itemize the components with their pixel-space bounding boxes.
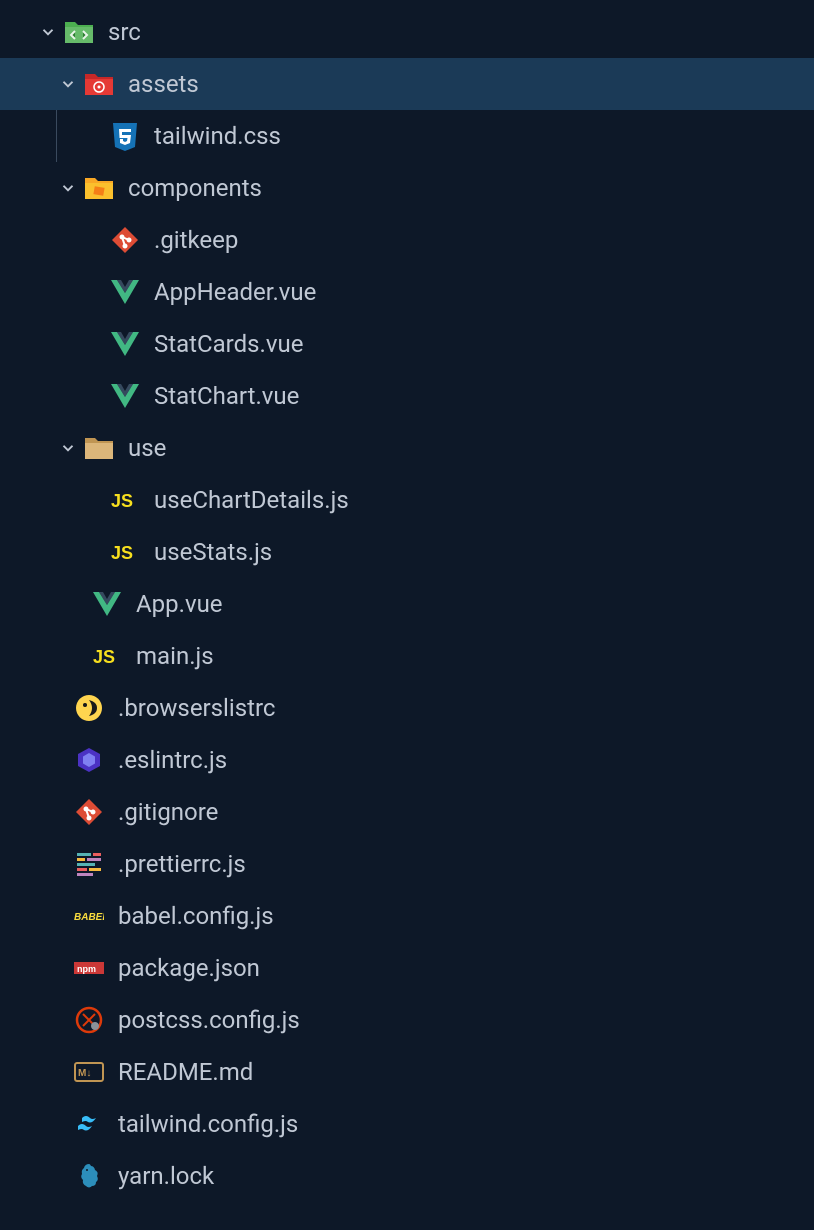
tree-label: StatChart.vue bbox=[154, 382, 299, 410]
tree-file-gitignore[interactable]: .gitignore bbox=[0, 786, 814, 838]
tailwind-icon bbox=[74, 1109, 104, 1139]
tree-file-main-js[interactable]: JS main.js bbox=[0, 630, 814, 682]
browserslist-icon bbox=[74, 693, 104, 723]
tree-label: components bbox=[128, 174, 262, 202]
tree-label: main.js bbox=[136, 642, 214, 670]
chevron-down-icon bbox=[56, 176, 80, 200]
tree-label: assets bbox=[128, 70, 199, 98]
tree-folder-src[interactable]: src bbox=[0, 6, 814, 58]
tree-file-tailwindconfig[interactable]: tailwind.config.js bbox=[0, 1098, 814, 1150]
tree-label: .prettierrc.js bbox=[118, 850, 246, 878]
tree-file-packagejson[interactable]: npm package.json bbox=[0, 942, 814, 994]
tree-label: tailwind.css bbox=[154, 122, 281, 150]
git-icon bbox=[110, 225, 140, 255]
tree-file-usestats-js[interactable]: JS useStats.js bbox=[0, 526, 814, 578]
tree-label: StatCards.vue bbox=[154, 330, 303, 358]
svg-text:BABEL: BABEL bbox=[74, 912, 104, 923]
tree-file-statchart-vue[interactable]: StatChart.vue bbox=[0, 370, 814, 422]
eslint-icon bbox=[74, 745, 104, 775]
svg-text:JS: JS bbox=[93, 647, 115, 667]
tree-file-eslintrc[interactable]: .eslintrc.js bbox=[0, 734, 814, 786]
tree-file-babelconfig[interactable]: BABEL babel.config.js bbox=[0, 890, 814, 942]
tree-file-appheader-vue[interactable]: AppHeader.vue bbox=[0, 266, 814, 318]
folder-assets-icon bbox=[84, 69, 114, 99]
svg-text:JS: JS bbox=[111, 491, 133, 511]
tree-label: src bbox=[108, 18, 141, 46]
tree-label: .browserslistrc bbox=[118, 694, 275, 722]
js-icon: JS bbox=[92, 641, 122, 671]
tree-folder-assets[interactable]: assets bbox=[0, 58, 814, 110]
tree-label: README.md bbox=[118, 1058, 253, 1086]
vue-icon bbox=[110, 277, 140, 307]
tree-file-usechartdetails-js[interactable]: JS useChartDetails.js bbox=[0, 474, 814, 526]
tree-label: .eslintrc.js bbox=[118, 746, 227, 774]
tree-label: yarn.lock bbox=[118, 1162, 214, 1190]
tree-label: package.json bbox=[118, 954, 260, 982]
tree-file-prettierrc[interactable]: .prettierrc.js bbox=[0, 838, 814, 890]
js-icon: JS bbox=[110, 485, 140, 515]
tree-folder-components[interactable]: components bbox=[0, 162, 814, 214]
chevron-down-icon bbox=[56, 72, 80, 96]
svg-text:M↓: M↓ bbox=[78, 1068, 91, 1079]
tree-file-readme[interactable]: M↓ README.md bbox=[0, 1046, 814, 1098]
tree-label: babel.config.js bbox=[118, 902, 274, 930]
git-icon bbox=[74, 797, 104, 827]
tree-label: tailwind.config.js bbox=[118, 1110, 298, 1138]
vue-icon bbox=[110, 329, 140, 359]
npm-icon: npm bbox=[74, 953, 104, 983]
svg-text:npm: npm bbox=[77, 964, 96, 974]
tree-label: .gitignore bbox=[118, 798, 218, 826]
folder-src-icon bbox=[64, 17, 94, 47]
prettier-icon bbox=[74, 849, 104, 879]
tree-label: postcss.config.js bbox=[118, 1006, 300, 1034]
vue-icon bbox=[110, 381, 140, 411]
tree-file-app-vue[interactable]: App.vue bbox=[0, 578, 814, 630]
babel-icon: BABEL bbox=[74, 901, 104, 931]
vue-icon bbox=[92, 589, 122, 619]
tree-label: useChartDetails.js bbox=[154, 486, 349, 514]
markdown-icon: M↓ bbox=[74, 1057, 104, 1087]
tree-file-gitkeep[interactable]: .gitkeep bbox=[0, 214, 814, 266]
folder-icon bbox=[84, 433, 114, 463]
tree-label: .gitkeep bbox=[154, 226, 238, 254]
tree-label: useStats.js bbox=[154, 538, 272, 566]
chevron-down-icon bbox=[36, 20, 60, 44]
tree-label: App.vue bbox=[136, 590, 223, 618]
svg-text:JS: JS bbox=[111, 543, 133, 563]
tree-file-statcards-vue[interactable]: StatCards.vue bbox=[0, 318, 814, 370]
tree-folder-use[interactable]: use bbox=[0, 422, 814, 474]
tree-file-browserslistrc[interactable]: .browserslistrc bbox=[0, 682, 814, 734]
postcss-icon bbox=[74, 1005, 104, 1035]
tree-guide-line bbox=[56, 110, 57, 162]
tree-file-postcssconfig[interactable]: postcss.config.js bbox=[0, 994, 814, 1046]
tree-label: use bbox=[128, 434, 166, 462]
js-icon: JS bbox=[110, 537, 140, 567]
yarn-icon bbox=[74, 1161, 104, 1191]
css-icon bbox=[110, 121, 140, 151]
tree-file-tailwind-css[interactable]: tailwind.css bbox=[0, 110, 814, 162]
tree-label: AppHeader.vue bbox=[154, 278, 316, 306]
folder-components-icon bbox=[84, 173, 114, 203]
tree-file-yarnlock[interactable]: yarn.lock bbox=[0, 1150, 814, 1202]
chevron-down-icon bbox=[56, 436, 80, 460]
